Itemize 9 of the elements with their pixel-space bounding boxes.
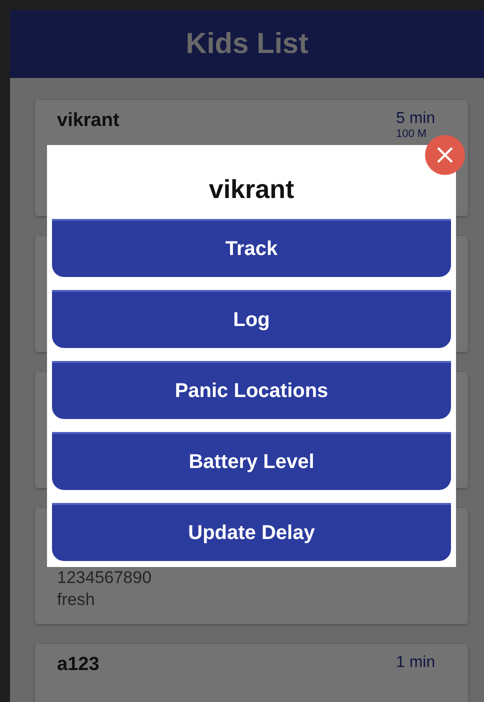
kid-detail: 1234567890 bbox=[57, 568, 153, 588]
dialog-title: vikrant bbox=[208, 174, 294, 205]
kid-name: vikrant bbox=[57, 110, 120, 132]
update-interval: 5 min bbox=[396, 110, 436, 128]
kid-name: a123 bbox=[57, 654, 100, 676]
update-interval: 1 min bbox=[396, 654, 436, 672]
distance-text: 100 M bbox=[396, 128, 427, 140]
header-title: Kids List bbox=[186, 28, 308, 60]
kid-detail: fresh bbox=[57, 590, 96, 610]
